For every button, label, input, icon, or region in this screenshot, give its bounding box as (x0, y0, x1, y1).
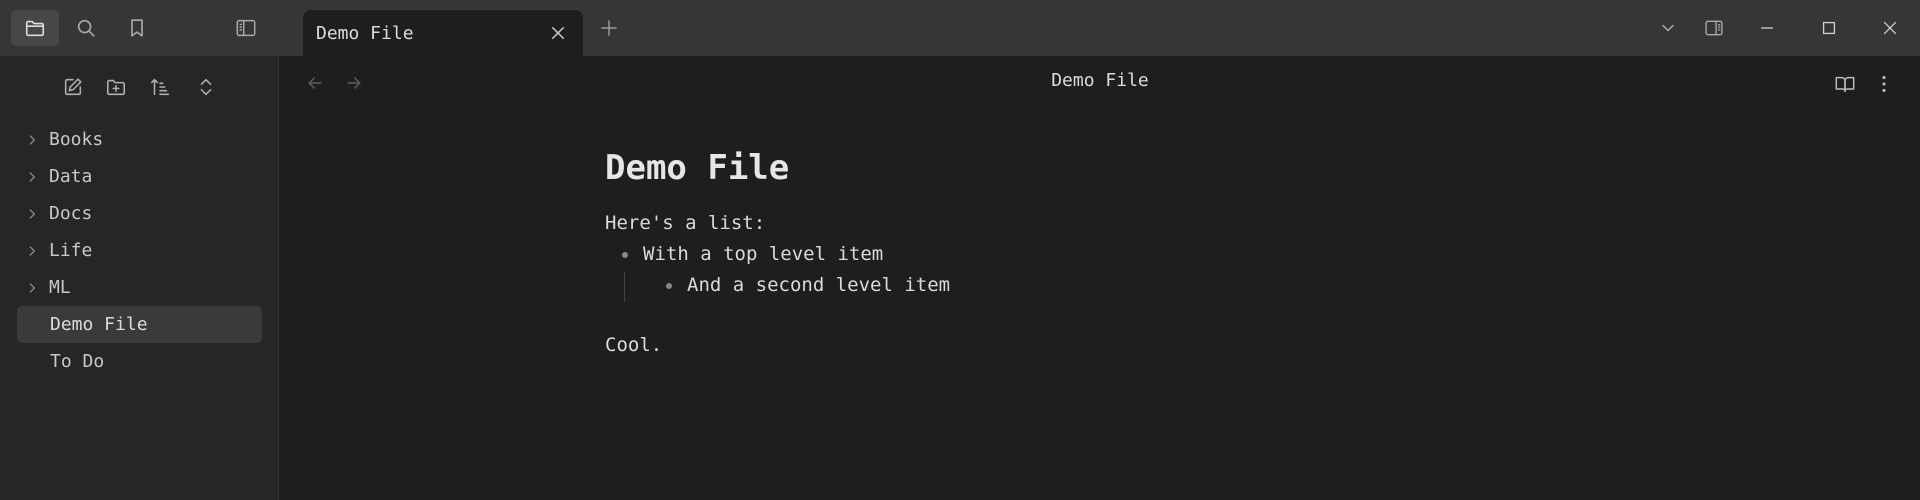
new-tab-button[interactable] (587, 8, 631, 48)
toggle-right-sidebar-button[interactable] (1692, 8, 1736, 48)
forward-button[interactable] (339, 68, 369, 98)
toggle-left-sidebar-button[interactable] (222, 10, 270, 46)
file-explorer-sidebar: Books Data Docs Life ML Demo File To Do (0, 56, 279, 500)
chevron-right-icon (24, 169, 40, 185)
chevron-right-icon (24, 280, 40, 296)
list-item-text: With a top level item (643, 243, 884, 265)
tree-folder-data[interactable]: Data (17, 158, 262, 195)
more-options-button[interactable] (1868, 68, 1900, 100)
list-item: With a top level item (605, 239, 1505, 270)
minimize-icon (1761, 27, 1773, 29)
sort-icon (150, 78, 170, 96)
close-window-button[interactable] (1868, 8, 1912, 48)
expand-collapse-button[interactable] (189, 70, 223, 104)
tree-item-label: To Do (50, 351, 105, 372)
chevron-right-icon (24, 243, 40, 259)
search-icon (77, 19, 95, 37)
chevron-down-icon (1662, 24, 1674, 32)
tree-folder-ml[interactable]: ML (17, 269, 262, 306)
tab-close-button[interactable] (541, 16, 575, 50)
folder-icon (25, 20, 45, 37)
tab-title: Demo File (316, 22, 414, 44)
tree-file-to-do[interactable]: To Do (17, 343, 262, 380)
bookmark-icon (131, 19, 143, 37)
new-note-button[interactable] (56, 70, 90, 104)
chevron-right-icon (24, 132, 40, 148)
tree-folder-books[interactable]: Books (17, 121, 262, 158)
arrow-right-icon (347, 77, 361, 89)
sort-button[interactable] (143, 70, 177, 104)
bookmarks-button[interactable] (113, 10, 161, 46)
arrow-left-icon (308, 77, 322, 89)
close-icon (552, 27, 564, 39)
file-explorer-button[interactable] (11, 10, 59, 46)
file-tree: Books Data Docs Life ML Demo File To Do (17, 121, 262, 380)
tree-folder-life[interactable]: Life (17, 232, 262, 269)
maximize-button[interactable] (1807, 8, 1851, 48)
tree-item-label: Life (49, 240, 93, 261)
document-title: Demo File (605, 148, 790, 188)
list-item-text: And a second level item (687, 274, 951, 296)
more-vertical-icon (1882, 76, 1886, 92)
view-header-title[interactable]: Demo File (1051, 70, 1149, 91)
back-button[interactable] (300, 68, 330, 98)
editor-pane: Demo File Demo File Here's a list: With … (280, 56, 1920, 500)
right-sidebar-icon (1705, 20, 1723, 36)
bullet (622, 252, 628, 258)
tree-item-label: Docs (49, 203, 93, 224)
bullet (666, 283, 672, 289)
book-open-icon (1835, 76, 1855, 93)
paragraph-outro: Cool. (605, 334, 663, 356)
tree-item-label: Data (49, 166, 93, 187)
reading-view-button[interactable] (1829, 68, 1861, 100)
tree-item-label: Books (49, 129, 104, 150)
search-button[interactable] (62, 10, 110, 46)
paragraph-intro: Here's a list: (605, 212, 766, 234)
view-header-title-container: Demo File (280, 70, 1920, 91)
tab-list-button[interactable] (1646, 8, 1690, 48)
tree-item-label: Demo File (50, 314, 148, 335)
chevron-right-icon (24, 206, 40, 222)
tree-folder-docs[interactable]: Docs (17, 195, 262, 232)
close-icon (1883, 21, 1897, 35)
new-folder-button[interactable] (99, 70, 133, 104)
minimize-button[interactable] (1745, 8, 1789, 48)
title-bar: Demo File (0, 0, 1920, 56)
tab-demo-file[interactable]: Demo File (303, 10, 583, 56)
indent-guide (624, 272, 625, 302)
expand-collapse-icon (200, 78, 212, 96)
plus-icon (601, 20, 617, 36)
tree-item-label: ML (49, 277, 71, 298)
tree-file-demo-file[interactable]: Demo File (17, 306, 262, 343)
maximize-icon (1822, 21, 1836, 35)
new-folder-icon (106, 79, 126, 96)
sidebar-toggle-icon (236, 19, 256, 37)
list-item-nested: And a second level item (605, 270, 1505, 302)
new-note-icon (64, 78, 82, 96)
document-content[interactable]: Demo File Here's a list: With a top leve… (605, 148, 1505, 361)
